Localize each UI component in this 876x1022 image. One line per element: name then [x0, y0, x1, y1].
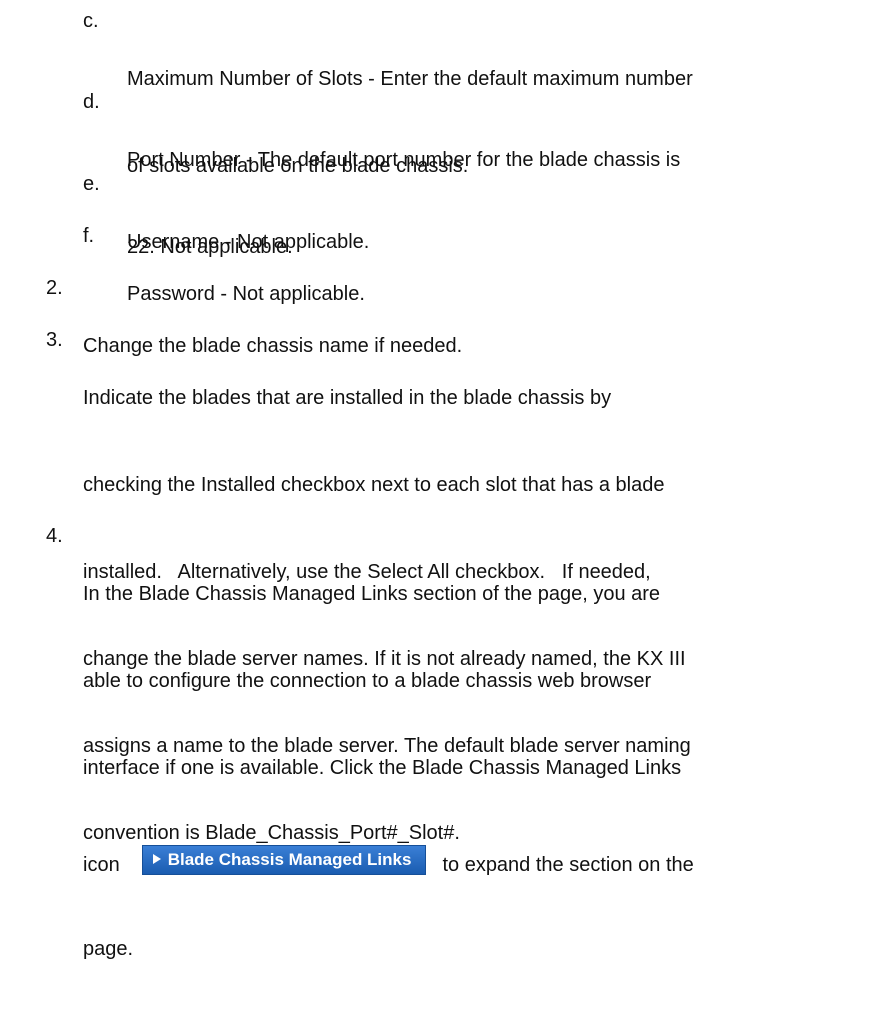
- step-number: 2.: [46, 277, 63, 299]
- list-marker: d.: [83, 91, 100, 113]
- step-text: In the Blade Chassis Managed Links secti…: [83, 522, 876, 1022]
- icon-line: icon Blade Chassis Managed Links to expand…: [83, 845, 876, 885]
- expand-arrow-icon: [152, 854, 161, 864]
- step-number: 4.: [46, 525, 63, 547]
- list-marker: e.: [83, 173, 100, 195]
- document-page: c. Maximum Number of Slots - Enter the d…: [0, 0, 876, 960]
- list-marker: f.: [83, 225, 95, 247]
- list-marker: c.: [83, 10, 99, 32]
- step-number: 3.: [46, 329, 63, 351]
- blade-chassis-managed-links-button[interactable]: Blade Chassis Managed Links: [141, 845, 427, 875]
